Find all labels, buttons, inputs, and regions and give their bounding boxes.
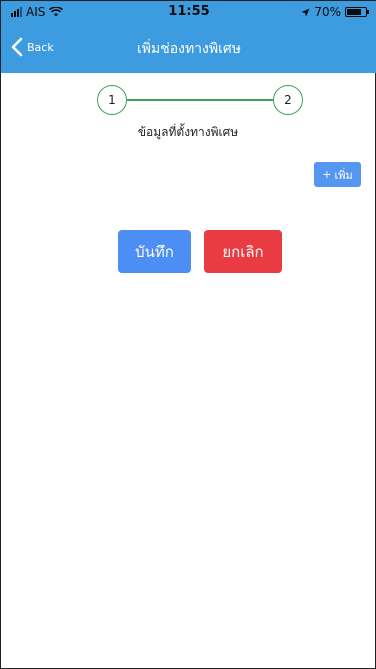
stepper: 1 2 (97, 85, 303, 115)
app-header: AIS 11:55 70% Back เพิ่มช่องทางพิเศษ (1, 1, 376, 73)
step-label: ข้อมูลที่ตั้งทางพิเศษ (137, 125, 239, 139)
page-title: เพิ่มช่องทางพิเศษ (136, 41, 242, 57)
cancel-button[interactable]: ยกเลิก (204, 230, 282, 273)
save-button[interactable]: บันทึก (118, 230, 191, 273)
stepper-line (127, 99, 273, 101)
status-bar: AIS 11:55 70% (1, 1, 376, 23)
navigation-bar: Back เพิ่มช่องทางพิเศษ (1, 23, 376, 73)
add-button[interactable]: + เพิ่ม (314, 162, 361, 187)
step-2-indicator: 2 (273, 85, 303, 115)
add-button-label: เพิ่ม (334, 168, 353, 182)
battery-percent: 70% (314, 5, 341, 19)
app-screen: AIS 11:55 70% Back เพิ่มช่องทางพิเศษ 1 2… (0, 0, 376, 669)
location-arrow-icon (301, 8, 310, 16)
status-right: 70% (301, 5, 369, 19)
battery-icon (345, 7, 369, 17)
plus-icon: + (322, 168, 332, 181)
step-1-indicator: 1 (97, 85, 127, 115)
